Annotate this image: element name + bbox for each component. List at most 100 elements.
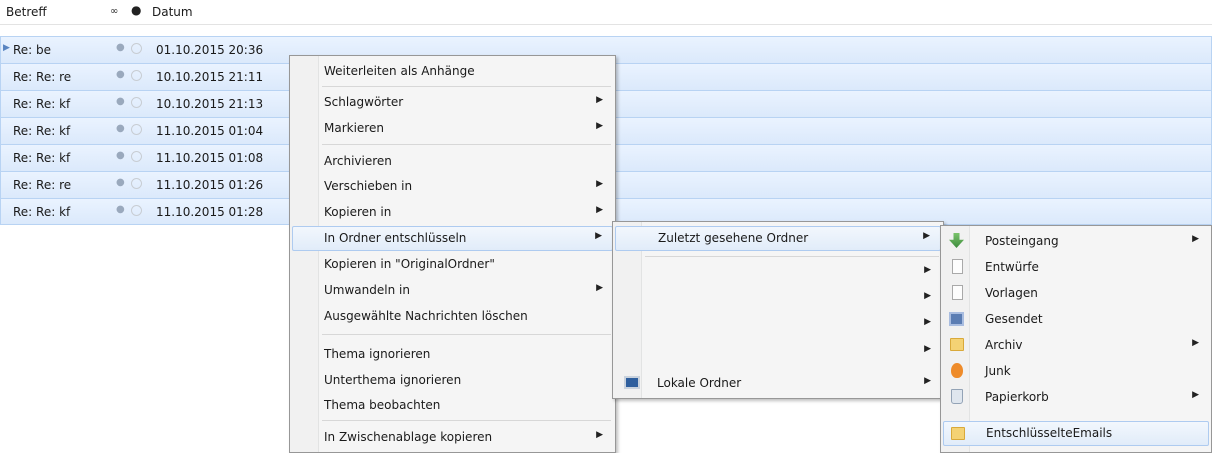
submenu-arrow-icon: ▶: [596, 430, 603, 440]
read-status-icon[interactable]: [131, 124, 142, 135]
menu-item-label: Posteingang: [985, 234, 1059, 248]
menu-item-account-2[interactable]: ▶: [615, 286, 941, 311]
thread-column-icon[interactable]: ∞: [110, 6, 118, 17]
menu-separator: [322, 86, 611, 87]
submenu-arrow-icon: ▶: [596, 95, 603, 105]
message-date: 11.10.2015 01:28: [156, 205, 264, 219]
menu-item-label: Archivieren: [324, 154, 392, 168]
menu-item-account-1[interactable]: ▶: [615, 260, 941, 285]
menu-item-folder-decrypted-emails[interactable]: EntschlüsselteEmails: [943, 421, 1209, 446]
menu-item-mark[interactable]: Markieren ▶: [292, 116, 613, 141]
menu-item-delete-selected[interactable]: Ausgewählte Nachrichten löschen: [292, 304, 613, 329]
menu-item-ignore-subthread[interactable]: Unterthema ignorieren: [292, 368, 613, 393]
menu-separator: [645, 256, 939, 257]
menu-item-folder-templates[interactable]: Vorlagen: [943, 281, 1209, 306]
menu-item-label: In Ordner entschlüsseln: [324, 231, 467, 245]
inbox-icon: [949, 233, 964, 248]
message-subject: Re: Re: re: [13, 178, 72, 192]
computer-icon: [624, 376, 640, 389]
menu-item-label: Papierkorb: [985, 390, 1049, 404]
column-header-subject[interactable]: Betreff: [6, 5, 47, 19]
read-status-icon[interactable]: [131, 178, 142, 189]
templates-icon: [952, 285, 963, 300]
message-subject: Re: Re: kf: [13, 124, 71, 138]
menu-item-local-folders[interactable]: Lokale Ordner ▶: [615, 371, 941, 396]
menu-separator: [322, 144, 611, 145]
message-date: 10.10.2015 21:11: [156, 70, 264, 84]
submenu-arrow-icon: ▶: [596, 205, 603, 215]
menu-item-label: Junk: [985, 364, 1011, 378]
menu-item-folder-junk[interactable]: Junk: [943, 359, 1209, 384]
menu-item-move-to[interactable]: Verschieben in ▶: [292, 174, 613, 199]
menu-item-folder-archive[interactable]: Archiv ▶: [943, 333, 1209, 358]
menu-item-account-3[interactable]: ▶: [615, 312, 941, 337]
submenu-arrow-icon: ▶: [924, 265, 931, 275]
read-status-icon[interactable]: [131, 205, 142, 216]
submenu-arrow-icon: ▶: [924, 376, 931, 386]
message-context-menu: Weiterleiten als Anhänge Schlagwörter ▶ …: [289, 55, 616, 453]
menu-item-label: Ausgewählte Nachrichten löschen: [324, 309, 528, 323]
menu-item-folder-inbox[interactable]: Posteingang ▶: [943, 229, 1209, 254]
menu-item-label: In Zwischenablage kopieren: [324, 430, 493, 444]
thread-dot-icon: ●: [116, 177, 125, 188]
menu-item-label: Zuletzt gesehene Ordner: [658, 231, 809, 245]
thread-dot-icon: ●: [116, 42, 125, 53]
menu-separator: [322, 420, 611, 421]
menu-item-watch-thread[interactable]: Thema beobachten: [292, 393, 613, 418]
menu-item-label: Vorlagen: [985, 286, 1038, 300]
thread-dot-icon: ●: [116, 204, 125, 215]
menu-item-label: Umwandeln in: [324, 283, 410, 297]
menu-item-folder-trash[interactable]: Papierkorb ▶: [943, 385, 1209, 410]
menu-item-forward-as-attachments[interactable]: Weiterleiten als Anhänge: [292, 59, 613, 84]
submenu-arrow-icon: ▶: [923, 231, 930, 241]
message-list-header: Betreff ∞ ● Datum: [0, 0, 1212, 25]
message-date: 11.10.2015 01:04: [156, 124, 264, 138]
menu-item-label: Thema beobachten: [324, 398, 441, 412]
thread-dot-icon: ●: [116, 96, 125, 107]
read-status-icon[interactable]: [131, 70, 142, 81]
column-header-date[interactable]: Datum: [152, 5, 193, 19]
message-date: 01.10.2015 20:36: [156, 43, 264, 57]
menu-item-ignore-thread[interactable]: Thema ignorieren: [292, 342, 613, 367]
menu-item-decrypt-to-folder[interactable]: In Ordner entschlüsseln ▶: [292, 226, 613, 251]
menu-item-label: Verschieben in: [324, 179, 413, 193]
sent-icon: [949, 312, 964, 326]
thread-dot-icon: ●: [116, 69, 125, 80]
menu-item-convert-to[interactable]: Umwandeln in ▶: [292, 278, 613, 303]
menu-item-folder-sent[interactable]: Gesendet: [943, 307, 1209, 332]
read-status-icon[interactable]: [131, 43, 142, 54]
menu-separator: [322, 334, 611, 335]
menu-item-label: Markieren: [324, 121, 384, 135]
thread-dot-icon: ●: [116, 123, 125, 134]
menu-item-label: Kopieren in: [324, 205, 392, 219]
menu-item-tags[interactable]: Schlagwörter ▶: [292, 90, 613, 115]
menu-item-account-4[interactable]: ▶: [615, 339, 941, 364]
message-date: 10.10.2015 21:13: [156, 97, 264, 111]
menu-item-copy-to-original-folder[interactable]: Kopieren in "OriginalOrdner": [292, 252, 613, 277]
thread-dot-icon: ●: [116, 150, 125, 161]
submenu-arrow-icon: ▶: [924, 344, 931, 354]
menu-item-archive[interactable]: Archivieren: [292, 149, 613, 174]
junk-icon: [951, 363, 963, 378]
menu-item-recent-folders[interactable]: Zuletzt gesehene Ordner ▶: [615, 226, 941, 251]
read-status-icon[interactable]: [131, 151, 142, 162]
menu-item-label: Entwürfe: [985, 260, 1039, 274]
read-status-column-icon[interactable]: ●: [131, 3, 141, 17]
submenu-arrow-icon: ▶: [924, 317, 931, 327]
read-status-icon[interactable]: [131, 97, 142, 108]
submenu-arrow-icon: ▶: [1192, 338, 1199, 348]
menu-item-folder-drafts[interactable]: Entwürfe: [943, 255, 1209, 280]
submenu-arrow-icon: ▶: [596, 121, 603, 131]
submenu-arrow-icon: ▶: [1192, 234, 1199, 244]
decrypt-folder-submenu: Zuletzt gesehene Ordner ▶ ▶ ▶ ▶ ▶ Lokale…: [612, 221, 944, 399]
message-subject: Re: Re: re: [13, 70, 72, 84]
menu-item-copy-to[interactable]: Kopieren in ▶: [292, 200, 613, 225]
menu-item-label: Schlagwörter: [324, 95, 404, 109]
menu-item-copy-to-clipboard[interactable]: In Zwischenablage kopieren ▶: [292, 425, 613, 450]
submenu-arrow-icon: ▶: [1192, 390, 1199, 400]
menu-item-label: Kopieren in "OriginalOrdner": [324, 257, 495, 271]
submenu-arrow-icon: ▶: [595, 231, 602, 241]
message-subject: Re: Re: kf: [13, 151, 71, 165]
menu-item-label: Thema ignorieren: [324, 347, 431, 361]
message-subject: Re: be: [13, 43, 52, 57]
